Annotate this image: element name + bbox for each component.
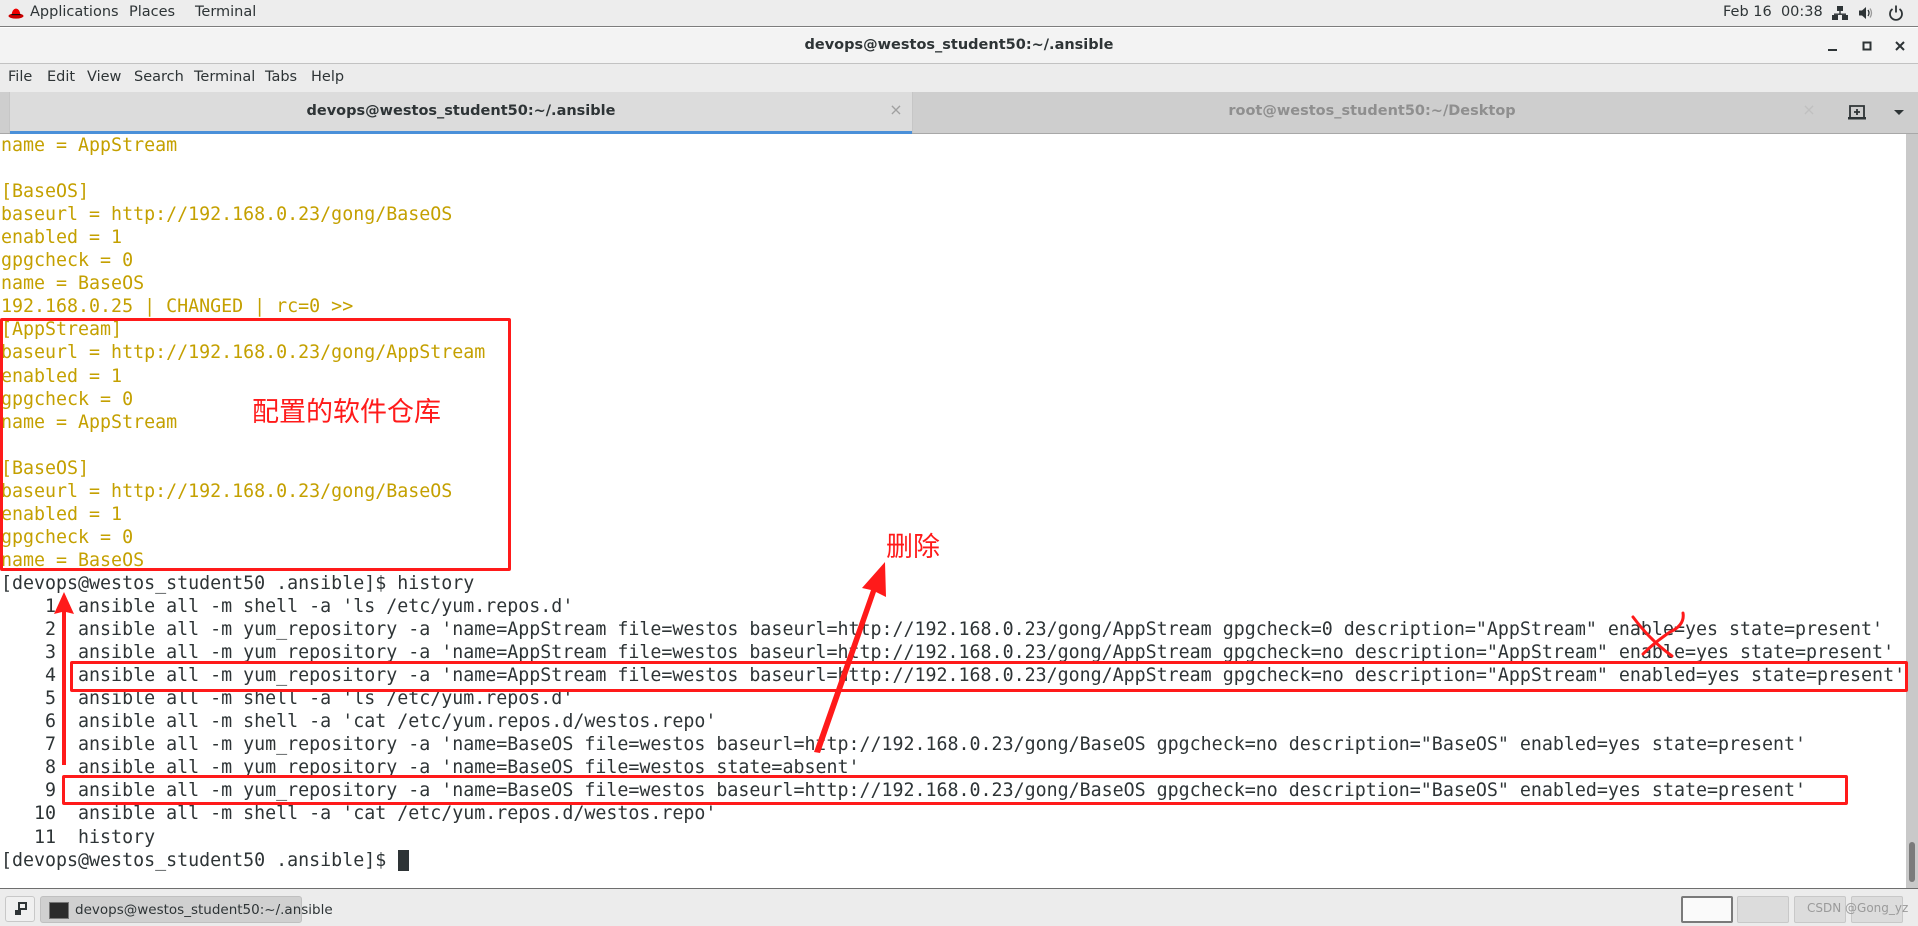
menu-tabs[interactable]: Tabs bbox=[265, 69, 297, 85]
menu-bar: File Edit View Search Terminal Tabs Help bbox=[0, 64, 1918, 92]
workspace-1[interactable] bbox=[1681, 896, 1733, 923]
menu-view[interactable]: View bbox=[87, 69, 121, 85]
terminal-line: 1 ansible all -m shell -a 'ls /etc/yum.r… bbox=[1, 596, 574, 617]
terminal-line: enabled = 1 bbox=[1, 227, 123, 249]
tab-root-desktop[interactable]: root@westos_student50:~/Desktop × bbox=[914, 92, 1830, 133]
tab-devops-ansible[interactable]: devops@westos_student50:~/.ansible × bbox=[9, 92, 913, 134]
terminal-cursor bbox=[397, 849, 409, 871]
menu-edit[interactable]: Edit bbox=[47, 69, 75, 85]
menu-help[interactable]: Help bbox=[311, 69, 344, 85]
new-tab-icon[interactable] bbox=[1846, 102, 1868, 122]
network-icon[interactable] bbox=[1831, 5, 1849, 21]
watermark: CSDN @Gong_yz bbox=[1807, 901, 1909, 915]
workspace-2[interactable] bbox=[1737, 896, 1789, 923]
terminal-line: 192.168.0.25 | CHANGED | rc=0 >> bbox=[1, 296, 354, 318]
annotation-box-repo-config bbox=[0, 318, 511, 571]
tab-menu-dropdown-icon[interactable] bbox=[1888, 102, 1910, 122]
terminal-scrollbar[interactable] bbox=[1906, 134, 1918, 888]
tab-close-icon[interactable]: × bbox=[888, 102, 904, 118]
terminal-line: name = BaseOS bbox=[1, 273, 145, 295]
taskbar: devops@westos_student50:~/.ansible CSDN … bbox=[0, 888, 1918, 926]
minimize-icon[interactable] bbox=[1823, 36, 1843, 56]
taskbar-window-terminal[interactable]: devops@westos_student50:~/.ansible bbox=[40, 896, 333, 923]
window-titlebar[interactable]: devops@westos_student50:~/.ansible bbox=[0, 28, 1918, 64]
menu-file[interactable]: File bbox=[8, 69, 32, 85]
maximize-icon[interactable] bbox=[1857, 36, 1877, 56]
close-icon[interactable] bbox=[1890, 36, 1910, 56]
show-desktop-button[interactable] bbox=[5, 896, 35, 922]
applications-menu[interactable]: Applications bbox=[30, 4, 119, 20]
terminal-line: name = AppStream bbox=[1, 135, 178, 156]
annotation-box-history-4 bbox=[70, 661, 1908, 692]
tab-title: root@westos_student50:~/Desktop bbox=[1228, 103, 1516, 119]
tab-close-icon[interactable]: × bbox=[1801, 102, 1817, 118]
terminal-line: 6 ansible all -m shell -a 'cat /etc/yum.… bbox=[1, 711, 717, 733]
terminal-icon bbox=[49, 902, 69, 919]
redhat-logo-icon bbox=[8, 8, 24, 19]
places-menu[interactable]: Places bbox=[129, 4, 175, 20]
windows-icon bbox=[15, 902, 27, 915]
annotation-label-repo-config: 配置的软件仓库 bbox=[252, 397, 441, 428]
terminal-line: [devops@westos_student50 .ansible]$ bbox=[1, 849, 398, 871]
desktop: Applications Places Terminal Feb 16 00:3… bbox=[0, 0, 1918, 926]
scrollbar-thumb[interactable] bbox=[1909, 842, 1915, 882]
menu-terminal[interactable]: Terminal bbox=[194, 69, 255, 85]
volume-icon[interactable] bbox=[1857, 5, 1875, 21]
window-title: devops@westos_student50:~/.ansible bbox=[804, 37, 1114, 53]
annotation-box-history-9 bbox=[62, 775, 1848, 805]
terminal-line: [devops@westos_student50 .ansible]$ hist… bbox=[1, 572, 475, 594]
tab-title: devops@westos_student50:~/.ansible bbox=[306, 103, 616, 119]
tab-bar: devops@westos_student50:~/.ansible × roo… bbox=[0, 92, 1918, 134]
terminal-line: 11 history bbox=[1, 826, 156, 848]
terminal-line: 7 ansible all -m yum_repository -a 'name… bbox=[1, 734, 1807, 756]
terminal-line: 2 ansible all -m yum_repository -a 'name… bbox=[1, 619, 1884, 641]
terminal-line: 10 ansible all -m shell -a 'cat /etc/yum… bbox=[1, 803, 717, 825]
terminal-line: gpgcheck = 0 bbox=[1, 250, 134, 272]
top-panel: Applications Places Terminal Feb 16 00:3… bbox=[0, 0, 1918, 27]
power-icon[interactable] bbox=[1887, 5, 1905, 21]
terminal-line: baseurl = http://192.168.0.23/gong/BaseO… bbox=[1, 204, 453, 226]
taskbar-window-label: devops@westos_student50:~/.ansible bbox=[75, 902, 333, 918]
clock[interactable]: Feb 16 00:38 bbox=[1723, 4, 1823, 20]
annotation-label-delete: 删除 bbox=[886, 532, 940, 563]
terminal-app-menu[interactable]: Terminal bbox=[195, 4, 256, 20]
menu-search[interactable]: Search bbox=[134, 69, 184, 85]
terminal-line: [BaseOS] bbox=[1, 181, 90, 203]
